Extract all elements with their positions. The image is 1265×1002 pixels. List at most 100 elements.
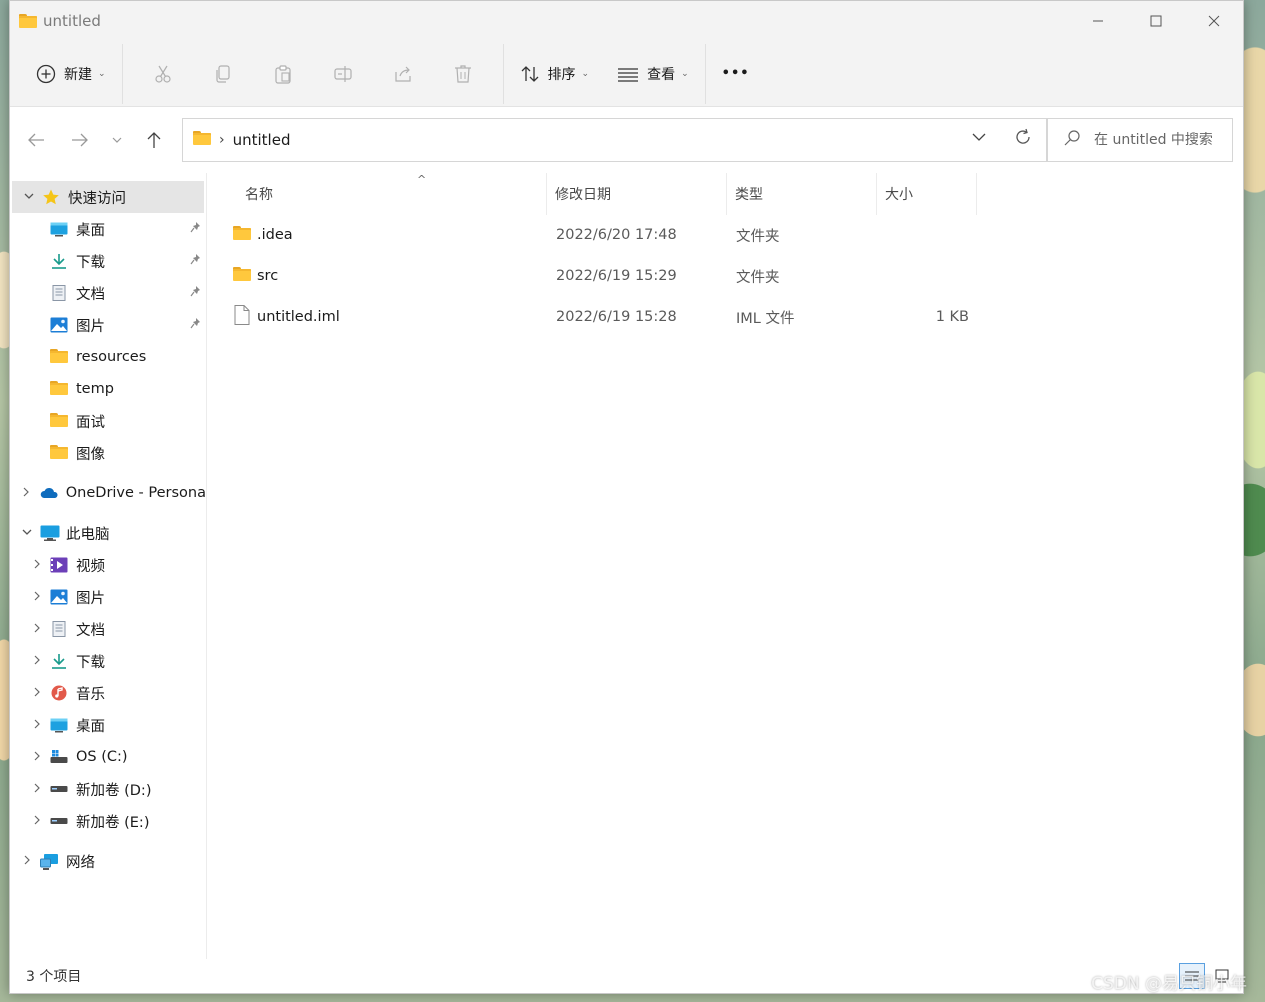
refresh-button[interactable] — [1014, 127, 1032, 151]
pin-icon — [190, 253, 202, 269]
minimize-button[interactable] — [1069, 1, 1127, 41]
file-row[interactable]: untitled.iml 2022/6/19 15:28 IML 文件 1 KB — [207, 297, 987, 337]
nav-onedrive[interactable]: OneDrive - Persona — [10, 477, 206, 509]
nav-quick-item[interactable]: 桌面 — [10, 213, 206, 245]
back-button[interactable] — [14, 120, 58, 160]
nav-quick-item[interactable]: 文档 — [10, 277, 206, 309]
pin-icon — [190, 317, 202, 333]
desktop-icon — [50, 717, 68, 733]
maximize-button[interactable] — [1127, 1, 1185, 41]
drive-icon — [50, 781, 68, 797]
nav-quick-item[interactable]: 下载 — [10, 245, 206, 277]
sort-ascending-icon: ^ — [417, 173, 427, 186]
nav-quick-access[interactable]: 快速访问 — [12, 181, 204, 213]
more-options-button[interactable]: ••• — [716, 54, 756, 94]
cut-button[interactable] — [133, 54, 193, 94]
up-button[interactable] — [132, 120, 176, 160]
nav-pc-item[interactable]: OS (C:) — [10, 741, 206, 773]
arrow-up-icon — [147, 132, 161, 148]
column-header-name[interactable]: 名称 ^ — [237, 173, 547, 215]
file-list[interactable]: 名称 ^ 修改日期 类型 大小 .idea 2022/6/20 17:48 文件夹 s… — [207, 173, 1243, 961]
nav-network[interactable]: 网络 — [10, 845, 206, 877]
nav-pc-item[interactable]: 新加卷 (D:) — [10, 773, 206, 805]
nav-quick-item[interactable]: 图像 — [10, 437, 206, 469]
main-area: 快速访问 桌面 下载 文档 图片 resources temp 面试 图像 OneDrive - … — [10, 173, 1243, 961]
chevron-down-icon[interactable] — [16, 192, 42, 203]
rename-button[interactable] — [313, 54, 373, 94]
delete-button[interactable] — [433, 54, 493, 94]
file-size: 1 KB — [935, 309, 969, 325]
chevron-right-icon[interactable] — [24, 623, 50, 636]
nav-pc-item[interactable]: 音乐 — [10, 677, 206, 709]
title-bar[interactable]: untitled — [10, 1, 1243, 41]
close-button[interactable] — [1185, 1, 1243, 41]
divider — [502, 43, 504, 104]
star-icon — [42, 189, 60, 205]
nav-item-label: 下载 — [76, 254, 105, 271]
folder-icon — [233, 226, 251, 244]
address-history-button[interactable] — [972, 130, 986, 146]
file-row[interactable]: .idea 2022/6/20 17:48 文件夹 — [207, 215, 987, 255]
download-icon — [50, 653, 68, 669]
new-button[interactable]: 新建 ⌄ — [30, 54, 112, 94]
chevron-right-icon[interactable] — [24, 591, 50, 604]
nav-item-label: 图片 — [76, 590, 105, 607]
chevron-right-icon[interactable] — [24, 783, 50, 796]
nav-quick-item[interactable]: 面试 — [10, 405, 206, 437]
search-input[interactable] — [1094, 132, 1224, 148]
chevron-down-icon[interactable] — [14, 528, 40, 539]
chevron-right-icon[interactable] — [24, 719, 50, 732]
share-icon — [394, 66, 411, 82]
music-icon — [50, 685, 68, 701]
chevron-right-icon[interactable] — [14, 855, 40, 868]
pictures-icon — [50, 589, 68, 605]
chevron-down-icon — [972, 133, 986, 141]
nav-this-pc[interactable]: 此电脑 — [10, 517, 206, 549]
nav-pc-item[interactable]: 文档 — [10, 613, 206, 645]
pin-icon — [190, 285, 202, 301]
search-box[interactable] — [1047, 118, 1233, 162]
folder-icon — [50, 445, 68, 461]
chevron-down-icon — [112, 137, 122, 143]
breadcrumb-separator-icon: › — [219, 132, 225, 148]
chevron-right-icon[interactable] — [24, 687, 50, 700]
nav-quick-item[interactable]: 图片 — [10, 309, 206, 341]
videos-icon — [50, 557, 68, 573]
breadcrumb-item[interactable]: untitled — [233, 131, 291, 149]
chevron-right-icon[interactable] — [24, 815, 50, 828]
chevron-right-icon[interactable] — [14, 487, 40, 500]
nav-pc-item[interactable]: 图片 — [10, 581, 206, 613]
view-button[interactable]: 查看 ⌄ — [611, 54, 695, 94]
recent-locations-button[interactable] — [102, 120, 132, 160]
share-button[interactable] — [373, 54, 433, 94]
pc-icon — [40, 525, 60, 541]
paste-button[interactable] — [253, 54, 313, 94]
nav-item-label: 桌面 — [76, 718, 105, 735]
column-header-type[interactable]: 类型 — [727, 173, 877, 215]
nav-pc-item[interactable]: 下载 — [10, 645, 206, 677]
chevron-right-icon[interactable] — [24, 751, 50, 764]
nav-item-label: 桌面 — [76, 222, 105, 239]
refresh-icon — [1016, 128, 1030, 144]
file-size — [887, 256, 969, 296]
nav-pc-item[interactable]: 新加卷 (E:) — [10, 805, 206, 837]
column-header-date[interactable]: 修改日期 — [547, 173, 727, 215]
nav-item-label: 面试 — [76, 414, 105, 431]
nav-pc-item[interactable]: 桌面 — [10, 709, 206, 741]
desktop-icon — [50, 221, 68, 237]
column-header-size[interactable]: 大小 — [877, 173, 977, 215]
address-bar[interactable]: › untitled — [182, 118, 1047, 162]
folder-icon — [19, 14, 37, 28]
nav-quick-item[interactable]: resources — [10, 341, 206, 373]
file-row[interactable]: src 2022/6/19 15:29 文件夹 — [207, 256, 987, 296]
copy-button[interactable] — [193, 54, 253, 94]
chevron-right-icon[interactable] — [24, 559, 50, 572]
explorer-window: untitled 新建 ⌄ 排序 ⌄ 查看 ⌄ ••• › untitled 在… — [9, 0, 1244, 994]
forward-button[interactable] — [58, 120, 102, 160]
navigation-pane[interactable]: 快速访问 桌面 下载 文档 图片 resources temp 面试 图像 OneDrive - … — [10, 173, 207, 961]
arrow-right-icon — [72, 133, 88, 147]
sort-button[interactable]: 排序 ⌄ — [514, 54, 596, 94]
nav-pc-item[interactable]: 视频 — [10, 549, 206, 581]
chevron-right-icon[interactable] — [24, 655, 50, 668]
nav-quick-item[interactable]: temp — [10, 373, 206, 405]
